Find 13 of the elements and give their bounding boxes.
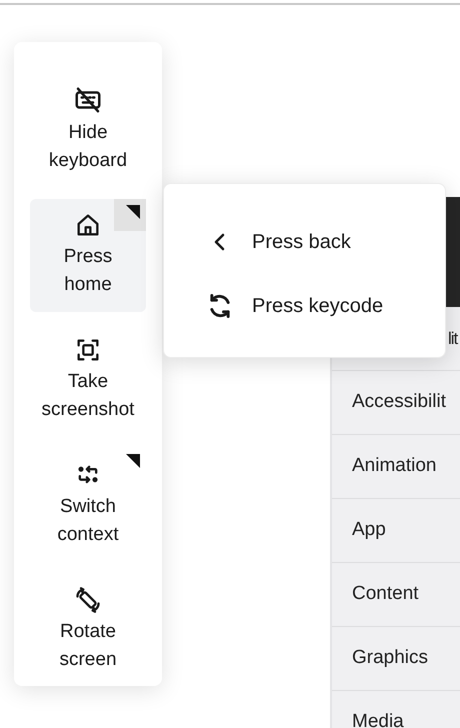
list-row-label: Graphics [352,646,428,670]
list-row-label: Content [352,582,419,606]
toolbar-button[interactable]: Press home [30,198,146,312]
keyboard-off-icon [73,85,103,116]
list-row-label: Media [352,710,404,728]
rotate-icon [74,586,102,614]
menu-item[interactable]: Press back [164,224,445,260]
list-row-label: App [352,518,386,542]
list-row-label: Animation [352,454,436,478]
menu-item[interactable]: Press keycode [164,288,445,324]
menu-corner-icon[interactable] [114,198,146,231]
list-row-label: lit [448,328,458,350]
list-row-label: Accessibilit [352,390,446,414]
